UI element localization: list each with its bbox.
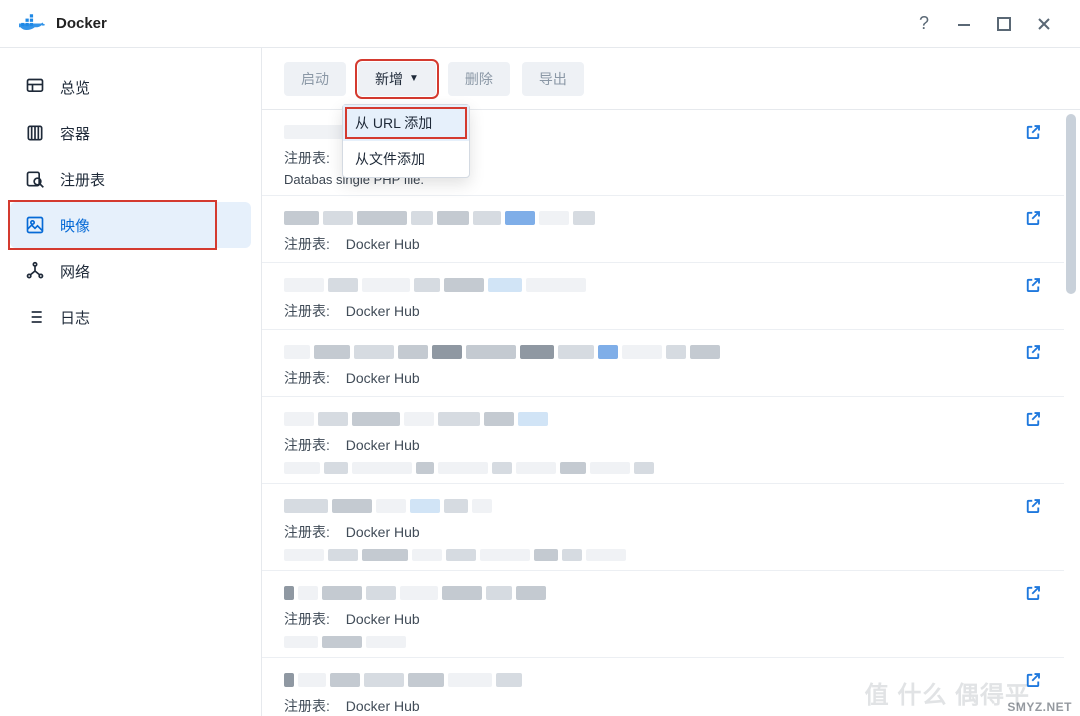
add-button[interactable]: 新增 ▼ [358, 62, 436, 96]
add-dropdown: 从 URL 添加 从文件添加 [342, 104, 470, 178]
docker-logo-icon [16, 12, 48, 36]
close-button[interactable] [1024, 4, 1064, 44]
row-registry: 注册表: Docker Hub [284, 696, 1042, 716]
search-icon [24, 168, 46, 190]
list-item[interactable]: 注册表: Docker Hub [262, 397, 1064, 484]
network-icon [24, 260, 46, 282]
titlebar: Docker ? [0, 0, 1080, 48]
row-registry: 注册表: Docker Hub [284, 609, 1042, 629]
dropdown-item-add-from-url[interactable]: 从 URL 添加 [343, 105, 469, 141]
delete-button[interactable]: 删除 [448, 62, 510, 96]
list-item[interactable]: 注册表: Docker Hub [262, 196, 1064, 263]
app-window: Docker ? 总览 容器 注册表 映像 [0, 0, 1080, 716]
blurred-description [284, 461, 1042, 475]
body: 总览 容器 注册表 映像 网络 日志 [0, 48, 1080, 716]
list-item[interactable]: 注册表: Docker Hub [262, 330, 1064, 397]
help-button[interactable]: ? [904, 4, 944, 44]
sidebar-item-label: 注册表 [60, 169, 105, 190]
open-external-icon[interactable] [1024, 123, 1042, 141]
open-external-icon[interactable] [1024, 671, 1042, 689]
row-registry: 注册表: Docker Hub [284, 234, 1042, 254]
launch-button[interactable]: 启动 [284, 62, 346, 96]
sidebar-item-image[interactable]: 映像 [10, 202, 251, 248]
open-external-icon[interactable] [1024, 584, 1042, 602]
row-registry: 注册表: Docker Hub [284, 301, 1042, 321]
blurred-title [284, 497, 492, 515]
sidebar-item-label: 映像 [60, 215, 90, 236]
list-icon [24, 306, 46, 328]
scrollbar[interactable] [1066, 114, 1076, 712]
sidebar-item-network[interactable]: 网络 [10, 248, 251, 294]
blurred-title [284, 276, 586, 294]
image-icon [24, 214, 46, 236]
list-item[interactable]: 注册表: Docker Hub [262, 263, 1064, 330]
image-list-wrapper: 注册表: Databas single PHP file. [262, 110, 1080, 716]
sidebar-item-registry[interactable]: 注册表 [10, 156, 251, 202]
blurred-title [284, 209, 595, 227]
dashboard-icon [24, 76, 46, 98]
blurred-description [284, 548, 1042, 562]
sidebar-item-label: 总览 [60, 77, 90, 98]
image-list: 注册表: Databas single PHP file. [262, 110, 1064, 716]
list-item[interactable]: 注册表: Docker Hub [262, 484, 1064, 571]
sidebar-item-label: 网络 [60, 261, 90, 282]
window-title: Docker [56, 15, 107, 32]
row-registry: 注册表: Docker Hub [284, 522, 1042, 542]
open-external-icon[interactable] [1024, 410, 1042, 428]
open-external-icon[interactable] [1024, 497, 1042, 515]
open-external-icon[interactable] [1024, 209, 1042, 227]
container-icon [24, 122, 46, 144]
blurred-title [284, 343, 720, 361]
blurred-description [284, 635, 1042, 649]
main-panel: 启动 新增 ▼ 删除 导出 从 URL 添加 从文件添加 [262, 48, 1080, 716]
sidebar: 总览 容器 注册表 映像 网络 日志 [0, 48, 262, 716]
dropdown-item-add-from-file[interactable]: 从文件添加 [343, 141, 469, 177]
sidebar-item-label: 日志 [60, 307, 90, 328]
sidebar-item-label: 容器 [60, 123, 90, 144]
chevron-down-icon: ▼ [409, 73, 419, 84]
open-external-icon[interactable] [1024, 343, 1042, 361]
blurred-title [284, 584, 546, 602]
open-external-icon[interactable] [1024, 276, 1042, 294]
list-item[interactable]: 注册表: Docker Hub [262, 571, 1064, 658]
minimize-button[interactable] [944, 4, 984, 44]
blurred-title [284, 671, 522, 689]
sidebar-item-overview[interactable]: 总览 [10, 64, 251, 110]
sidebar-item-container[interactable]: 容器 [10, 110, 251, 156]
maximize-button[interactable] [984, 4, 1024, 44]
sidebar-item-log[interactable]: 日志 [10, 294, 251, 340]
row-registry: 注册表: Docker Hub [284, 435, 1042, 455]
toolbar: 启动 新增 ▼ 删除 导出 从 URL 添加 从文件添加 [262, 48, 1080, 110]
export-button[interactable]: 导出 [522, 62, 584, 96]
blurred-title [284, 410, 548, 428]
row-registry: 注册表: Docker Hub [284, 368, 1042, 388]
list-item[interactable]: 注册表: Docker Hub [262, 658, 1064, 716]
scrollbar-thumb[interactable] [1066, 114, 1076, 294]
